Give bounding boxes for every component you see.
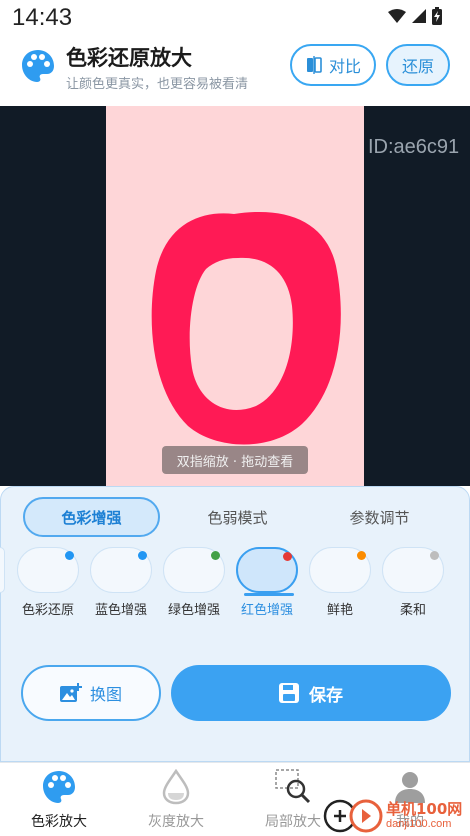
mode-label: 红色增强 bbox=[240, 603, 293, 618]
mode-label: 柔和 bbox=[399, 603, 426, 618]
nav-gray-zoom[interactable]: 灰度放大 bbox=[131, 767, 221, 833]
tab-parameters[interactable]: 参数调节 bbox=[311, 497, 448, 537]
status-time: 14:43 bbox=[12, 4, 73, 31]
image-preview[interactable]: ID:ae6c91 双指缩放 · 拖动查看 bbox=[0, 106, 470, 486]
save-button[interactable]: 保存 bbox=[171, 665, 451, 721]
watermark-site: 单机100网 bbox=[386, 800, 463, 818]
swap-label: 换图 bbox=[89, 685, 122, 704]
swap-image-button[interactable]: 换图 bbox=[21, 665, 161, 721]
mode-pill bbox=[90, 547, 152, 593]
mode-soft[interactable]: 柔和 bbox=[382, 547, 444, 618]
mode-pill bbox=[163, 547, 225, 593]
tab-color-weak-mode[interactable]: 色弱模式 bbox=[169, 497, 306, 537]
restore-label: 还原 bbox=[401, 57, 434, 76]
tab-label: 参数调节 bbox=[349, 508, 410, 527]
add-image-icon bbox=[59, 683, 82, 702]
active-underline bbox=[244, 593, 294, 596]
droplet-icon bbox=[162, 769, 190, 805]
mode-color-dot bbox=[138, 551, 147, 560]
app-subtitle: 让颜色更真实，也更容易被看清 bbox=[66, 77, 249, 92]
save-label: 保存 bbox=[309, 685, 343, 706]
compare-label: 对比 bbox=[328, 57, 361, 76]
gesture-hint: 双指缩放 · 拖动查看 bbox=[162, 446, 308, 474]
mode-pill bbox=[382, 547, 444, 593]
mode-scroll-edge bbox=[0, 547, 5, 593]
control-panel: 色彩增强 色弱模式 参数调节 色彩还原 蓝色增强 绿色增强 红色增强 鲜艳 柔和 bbox=[0, 486, 470, 762]
mode-blue-enhance[interactable]: 蓝色增强 bbox=[90, 547, 152, 618]
palette-icon bbox=[43, 771, 75, 803]
nav-label: 灰度放大 bbox=[148, 814, 204, 830]
mode-pill bbox=[236, 547, 298, 596]
tab-label: 色弱模式 bbox=[207, 508, 268, 527]
mode-color-restore[interactable]: 色彩还原 bbox=[17, 547, 79, 618]
signal-icon bbox=[412, 9, 426, 23]
mode-vivid[interactable]: 鲜艳 bbox=[309, 547, 371, 618]
restore-button[interactable]: 还原 bbox=[386, 44, 450, 86]
app-title: 色彩还原放大 bbox=[66, 46, 192, 70]
id-label: ID:ae6c91 bbox=[368, 136, 460, 158]
mode-red-enhance[interactable]: 红色增强 bbox=[236, 547, 298, 618]
nav-label: 色彩放大 bbox=[31, 814, 87, 830]
compare-icon bbox=[306, 56, 322, 74]
mode-color-dot bbox=[283, 552, 292, 561]
tab-label: 色彩增强 bbox=[61, 508, 122, 527]
mode-label: 色彩还原 bbox=[21, 603, 74, 618]
watermark-url: danji100.com bbox=[386, 818, 452, 830]
watermark-logo-icon bbox=[323, 799, 383, 833]
mode-pill bbox=[309, 547, 371, 593]
mode-label: 蓝色增强 bbox=[94, 603, 147, 618]
save-icon bbox=[279, 683, 299, 703]
magnifier-icon bbox=[275, 769, 311, 804]
app-header: 色彩还原放大 让颜色更真实，也更容易被看清 对比 还原 bbox=[0, 36, 470, 106]
mode-color-dot bbox=[357, 551, 366, 560]
site-watermark: 单机100网 danji100.com bbox=[322, 796, 470, 836]
mode-pill bbox=[17, 547, 79, 593]
status-bar: 14:43 bbox=[0, 0, 470, 36]
palette-logo-icon bbox=[22, 50, 54, 82]
mode-green-enhance[interactable]: 绿色增强 bbox=[163, 547, 225, 618]
preview-image[interactable] bbox=[106, 106, 364, 486]
red-ring-image bbox=[151, 211, 341, 445]
wifi-icon bbox=[388, 9, 406, 23]
mode-color-dot bbox=[211, 551, 220, 560]
mode-color-dot bbox=[430, 551, 439, 560]
mode-label: 绿色增强 bbox=[167, 603, 220, 618]
battery-icon bbox=[432, 7, 442, 25]
mode-color-dot bbox=[65, 551, 74, 560]
tab-color-enhance[interactable]: 色彩增强 bbox=[23, 497, 160, 537]
nav-color-zoom[interactable]: 色彩放大 bbox=[14, 767, 104, 833]
compare-button[interactable]: 对比 bbox=[290, 44, 376, 86]
mode-label: 鲜艳 bbox=[326, 603, 353, 618]
status-icons bbox=[388, 7, 442, 25]
